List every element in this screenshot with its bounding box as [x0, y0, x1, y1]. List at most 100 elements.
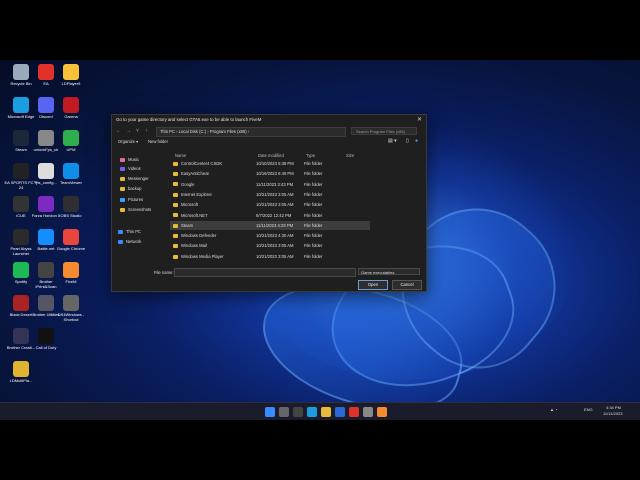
desktop-icon-label: Google Chrome	[56, 246, 86, 251]
app-icon	[38, 163, 54, 179]
desktop-icon-garena[interactable]: Garena	[54, 97, 88, 119]
clock-date[interactable]: 11/11/2023	[603, 411, 622, 416]
file-row[interactable]: Microsoft 10/21/2023 3:05 AM File folder	[170, 200, 370, 209]
file-row[interactable]: Internet Explorer 10/21/2023 3:05 AM File …	[170, 190, 370, 199]
desktop-icon-ldmultipla-[interactable]: LDMultiPla...	[4, 361, 38, 383]
language-indicator[interactable]: ENG	[584, 407, 593, 412]
nav-item-backup[interactable]: backup	[120, 186, 142, 191]
file-explorer-icon[interactable]	[321, 407, 331, 417]
nav-item-pictures[interactable]: Pictures	[120, 197, 143, 202]
filename-field[interactable]	[174, 268, 356, 277]
desktop-icon-label: Garena	[64, 114, 78, 119]
folder-icon	[173, 213, 178, 218]
new-folder-button[interactable]: New folder	[148, 139, 168, 144]
start-icon[interactable]	[265, 407, 275, 417]
file-name: EasyAntiCheat	[173, 171, 209, 176]
task-view-icon[interactable]	[293, 407, 303, 417]
file-type-filter[interactable]: Game executables	[358, 268, 420, 275]
organize-button[interactable]: Organize ▾	[118, 139, 138, 144]
preview-pane-icon[interactable]: ▯	[406, 138, 409, 144]
app-icon	[63, 262, 79, 278]
cancel-button[interactable]: Cancel	[392, 280, 422, 290]
file-name: Microsoft.NET	[173, 213, 208, 218]
app-icon	[63, 163, 79, 179]
nav-item-videos[interactable]: Videos	[120, 166, 141, 171]
settings-icon[interactable]	[363, 407, 373, 417]
breadcrumb-local-disk[interactable]: Local Disk (C:)	[179, 129, 206, 134]
app-icon	[13, 361, 29, 377]
fivem-icon[interactable]	[377, 407, 387, 417]
file-name: ControlCenter4 CSDK	[173, 161, 222, 166]
file-name: Google	[173, 182, 195, 187]
file-row[interactable]: Windows Media Player 10/21/2023 3:05 AM Fi…	[170, 252, 370, 261]
nav-item-network[interactable]: Network	[118, 239, 141, 244]
folder-icon	[173, 172, 178, 177]
column-type[interactable]: Type	[306, 153, 315, 158]
view-options-icon[interactable]: ▤ ▾	[388, 138, 397, 144]
wifi-icon[interactable]: ▲ ◔	[550, 407, 558, 412]
desktop-icon-upm[interactable]: UPM	[54, 130, 88, 152]
nav-item-messenger[interactable]: Messenger	[120, 176, 149, 181]
open-button[interactable]: Open	[358, 280, 388, 290]
folder-icon	[120, 166, 125, 171]
desktop-icon-obs-studio[interactable]: OBS Studio	[54, 196, 88, 218]
chevron-down-icon[interactable]: ˅	[136, 128, 139, 134]
desktop-icon-google-chrome[interactable]: Google Chrome	[54, 229, 88, 251]
file-row[interactable]: ControlCenter4 CSDK 10/10/2023 5:38 PM Fil…	[170, 159, 370, 168]
file-name-text: Windows Defender	[181, 233, 217, 239]
file-type: File folder	[304, 161, 323, 166]
back-arrow-icon[interactable]: ←	[116, 128, 121, 134]
folder-icon	[118, 229, 123, 234]
store-icon[interactable]	[335, 407, 345, 417]
app-icon	[63, 97, 79, 113]
desktop-icon-teamviewer[interactable]: TeamViewer	[54, 163, 88, 185]
column-size[interactable]: Size	[346, 153, 354, 158]
folder-icon	[118, 239, 123, 244]
nav-item-screenshots[interactable]: Screenshots	[120, 207, 151, 212]
folder-icon	[120, 157, 125, 162]
file-row[interactable]: Windows Mail 10/21/2023 3:05 AM File folde…	[170, 241, 370, 250]
help-icon[interactable]: ●	[415, 138, 418, 144]
file-date: 10/21/2023 4:30 AM	[256, 233, 294, 239]
desktop: Recycle Bin EA LDPlayer9 Microsoft Edge Disc…	[0, 60, 640, 420]
edge-icon[interactable]	[307, 407, 317, 417]
clock-time[interactable]: 4:34 PM	[606, 405, 621, 410]
forward-arrow-icon[interactable]: →	[126, 128, 131, 134]
address-bar[interactable]: This PC › Local Disk (C:) › Program File…	[156, 127, 346, 137]
close-icon[interactable]: ✕	[417, 116, 422, 123]
column-name[interactable]: Name	[175, 153, 186, 158]
app-icon	[13, 97, 29, 113]
search-icon[interactable]	[279, 407, 289, 417]
desktop-icon-fivem[interactable]: FiveM	[54, 262, 88, 284]
file-row[interactable]: Microsoft.NET 5/7/2022 12:42 PM File folde…	[170, 211, 370, 220]
nav-item-this-pc[interactable]: This PC	[118, 229, 141, 234]
dialog-titlebar: Go to your game directory and select GTA…	[112, 115, 426, 125]
breadcrumb-this-pc[interactable]: This PC	[160, 129, 175, 134]
open-file-dialog: Go to your game directory and select GTA…	[111, 114, 427, 292]
file-row[interactable]: Steam 11/11/2023 4:28 PM File folder	[170, 220, 370, 230]
nav-item-label: Videos	[128, 166, 141, 171]
folder-icon	[173, 161, 178, 166]
desktop-icon-ldplayer9[interactable]: LDPlayer9	[54, 64, 88, 86]
desktop-icon-call-of-duty[interactable]: Call of Duty	[29, 328, 63, 350]
app-icon	[13, 196, 29, 212]
up-arrow-icon[interactable]: ↑	[145, 128, 148, 134]
desktop-icon-ds4windows-shortcut[interactable]: DS4Windows - Shortcut	[54, 295, 88, 322]
desktop-icon-label: LDMultiPla...	[9, 378, 33, 383]
column-date[interactable]: Date modified	[258, 153, 284, 158]
taskbar: ▲ ◔ ENG 4:34 PM 11/11/2023	[0, 402, 640, 420]
app-icon	[63, 295, 79, 311]
desktop-icon-label: DS4Windows - Shortcut	[57, 312, 85, 322]
breadcrumb-program-files[interactable]: Program Files (x86)	[210, 129, 247, 134]
dialog-footer: File name: Game executables Open Cancel	[112, 267, 426, 291]
file-row[interactable]: EasyAntiCheat 10/19/2023 6:49 PM File fold…	[170, 169, 370, 178]
ea-icon[interactable]	[349, 407, 359, 417]
file-row[interactable]: Windows Defender 10/21/2023 4:30 AM File f…	[170, 231, 370, 240]
file-name-text: Steam	[181, 222, 194, 228]
file-row[interactable]: Google 11/11/2023 3:43 PM File folder	[170, 180, 370, 189]
search-input[interactable]: Search Program Files (x86)	[351, 127, 417, 135]
file-date: 10/21/2023 3:05 AM	[256, 191, 294, 197]
nav-item-music[interactable]: Music	[120, 157, 139, 162]
file-name-text: Microsoft	[181, 202, 198, 208]
file-type: File folder	[304, 233, 323, 239]
